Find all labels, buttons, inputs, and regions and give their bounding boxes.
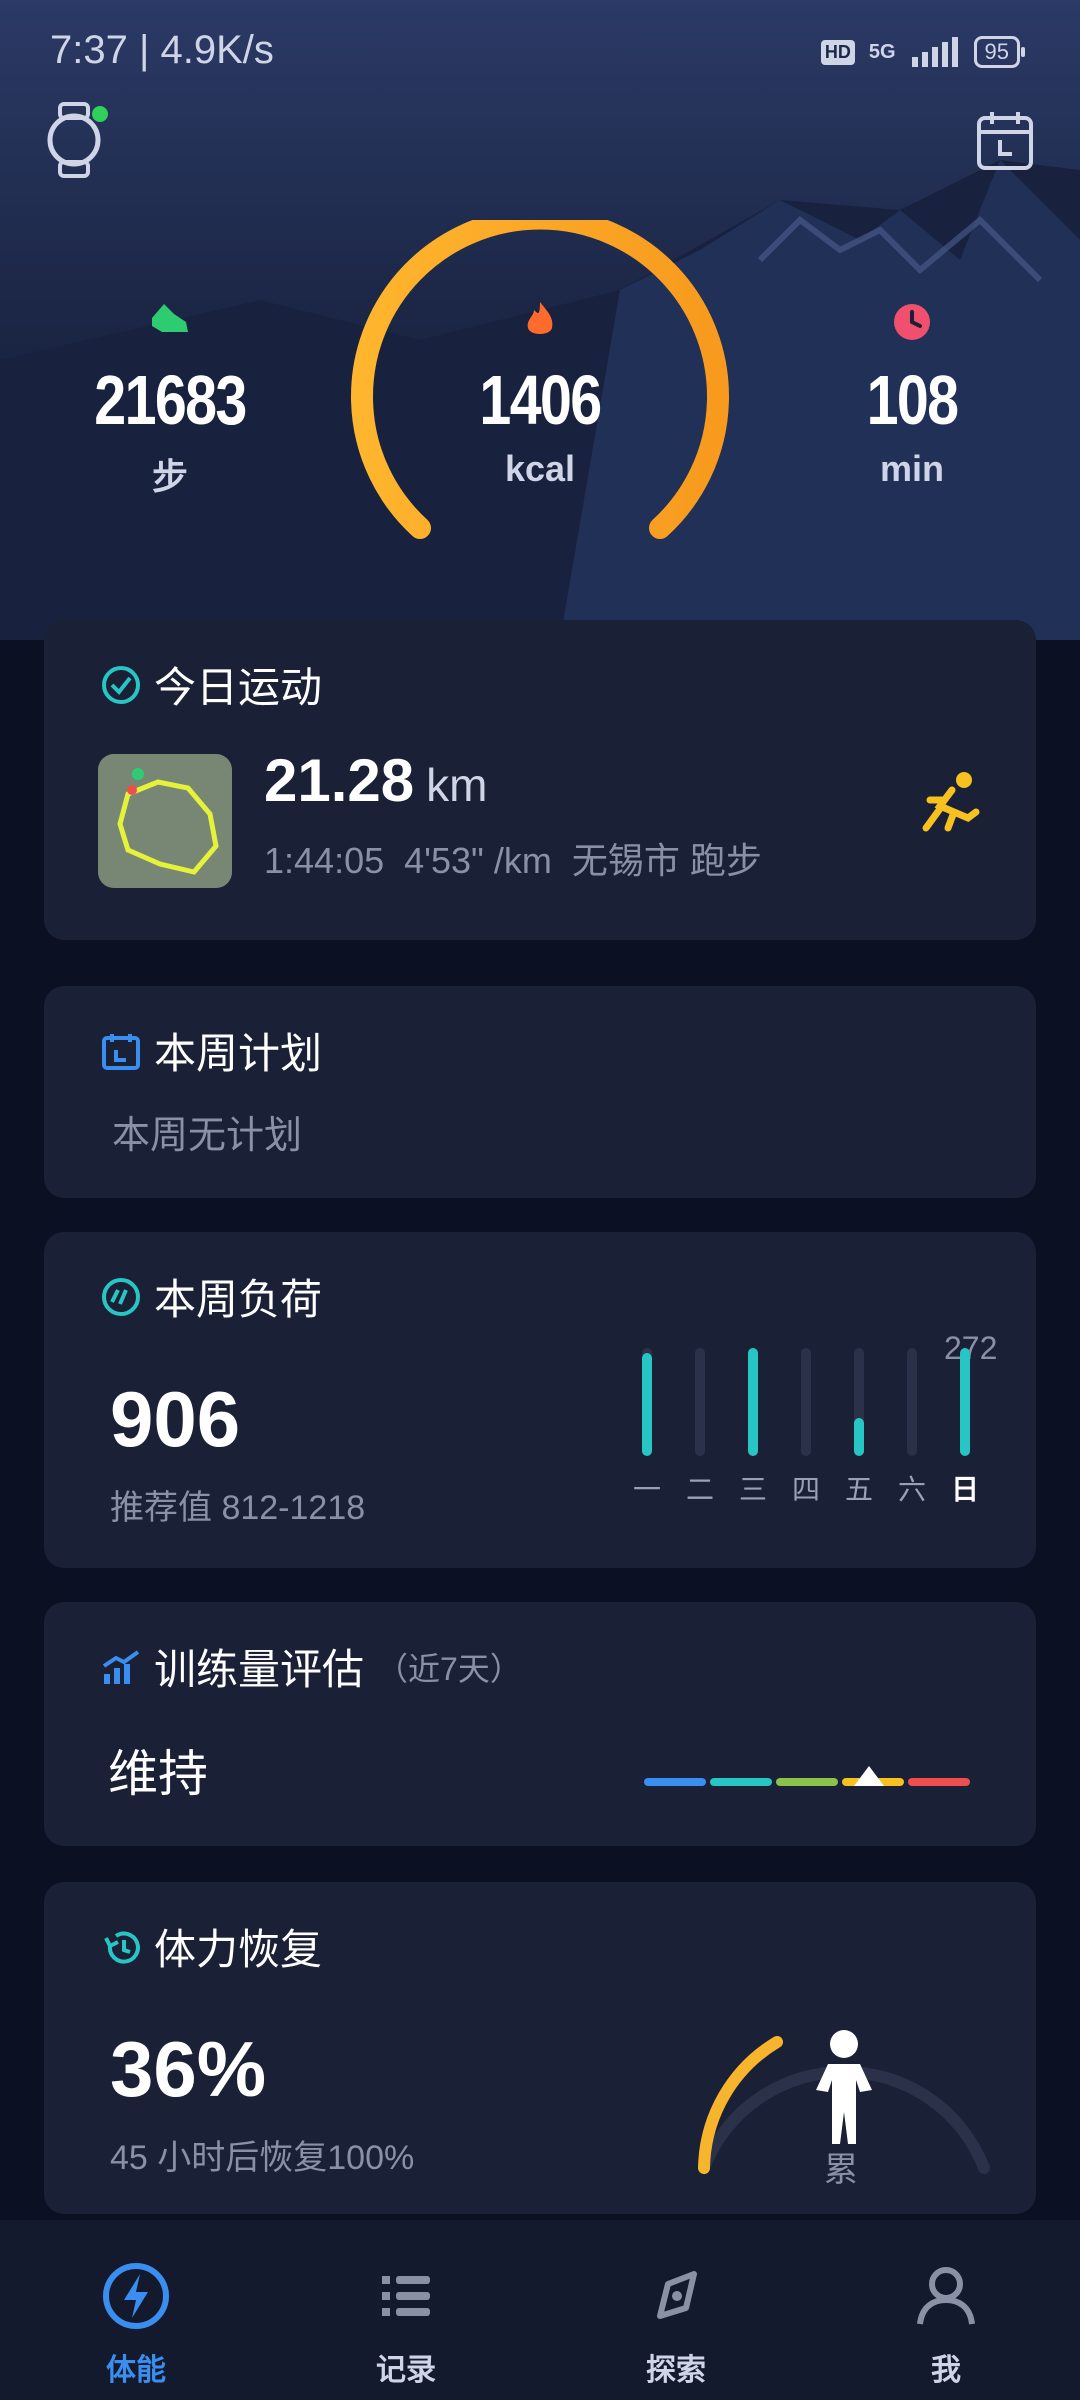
- calendar-small-icon: [102, 1033, 140, 1070]
- minutes-unit: min: [879, 448, 944, 489]
- weekly-plan-title-row: 本周计划: [100, 1020, 322, 1081]
- flame-icon: [527, 302, 553, 334]
- network-label: 5G: [868, 40, 896, 63]
- recovery-card[interactable]: 体力恢复 36% 45 小时后恢复100% 累: [44, 1882, 1036, 2214]
- training-eval-status: 维持: [108, 1746, 208, 1802]
- load-day-label: 二: [685, 1474, 714, 1505]
- clock-icon: [894, 304, 930, 340]
- nav-label-records: 记录: [376, 2354, 436, 2387]
- distance-value: 21.28: [264, 747, 415, 814]
- calendar-icon[interactable]: [976, 110, 1034, 172]
- check-circle-icon: [102, 665, 140, 704]
- load-gauge-icon: [102, 1277, 140, 1316]
- weekly-plan-title: 本周计划: [154, 1030, 323, 1077]
- load-day-label: 一: [632, 1474, 661, 1505]
- lightning-circle-icon: [103, 2263, 169, 2329]
- training-eval-scale: [644, 1766, 970, 1786]
- hd-badge: HD: [820, 39, 855, 65]
- load-bar-track: [907, 1348, 917, 1456]
- load-bar: [748, 1348, 758, 1456]
- load-bar-track: [801, 1348, 811, 1456]
- running-icon: [922, 772, 980, 832]
- load-day-label: 三: [738, 1474, 767, 1505]
- training-eval-subtitle: （近7天）: [376, 1650, 522, 1687]
- status-icons: HD 5G 95: [820, 36, 1026, 68]
- training-eval-card[interactable]: 训练量评估 （近7天） 维持: [44, 1602, 1036, 1846]
- status-time: 7:37 | 4.9K/s: [50, 28, 274, 72]
- weekly-plan-text: 本周无计划: [112, 1115, 303, 1157]
- calories-value: 1406: [479, 361, 602, 439]
- bottom-nav: 体能 记录 探索 我: [0, 2220, 1080, 2400]
- nav-label-explore: 探索: [646, 2354, 706, 2387]
- minutes-value: 108: [866, 361, 959, 439]
- load-bar: [642, 1353, 652, 1456]
- nav-item-fitness[interactable]: 体能: [56, 2260, 216, 2389]
- minutes-metric: 108 min: [812, 360, 1012, 490]
- load-day-label: 四: [791, 1474, 820, 1505]
- recovery-percent: 36%: [110, 2025, 267, 2113]
- load-bar: [854, 1418, 864, 1456]
- nav-item-explore[interactable]: 探索: [596, 2260, 756, 2389]
- signal-icon: [911, 37, 958, 67]
- weekly-plan-card[interactable]: 本周计划 本周无计划: [44, 986, 1036, 1198]
- weekly-load-value: 906: [110, 1375, 241, 1463]
- weekly-load-card[interactable]: 本周负荷 906 推荐值 812-1218 272 一二三四五六日: [44, 1232, 1036, 1568]
- battery-indicator: 95: [973, 36, 1026, 68]
- today-exercise-title-row: 今日运动: [100, 654, 322, 715]
- recovery-clock-icon: [104, 1931, 140, 1964]
- today-exercise-title: 今日运动: [154, 664, 323, 711]
- nav-label-fitness: 体能: [106, 2354, 166, 2387]
- recovery-title: 体力恢复: [154, 1926, 323, 1973]
- weekly-load-recommend: 推荐值 812-1218: [110, 1489, 366, 1527]
- exercise-details: 1:44:05 4'53" /km 无锡市 跑步: [264, 840, 762, 881]
- shoe-icon: [152, 304, 188, 332]
- nav-item-me[interactable]: 我: [866, 2260, 1026, 2389]
- user-icon: [917, 2267, 975, 2325]
- watch-icon[interactable]: [40, 100, 110, 180]
- person-icon: [816, 2030, 872, 2144]
- load-bar: [960, 1348, 970, 1456]
- calories-metric: 1406 kcal: [440, 360, 640, 490]
- recovery-title-row: 体力恢复: [100, 1916, 322, 1977]
- today-exercise-card[interactable]: 今日运动 21.28 km 1:44:05 4'53" /km 无锡市 跑步: [44, 620, 1036, 940]
- route-map-thumbnail: [98, 754, 232, 888]
- recovery-state: 累: [824, 2151, 858, 2189]
- scale-marker: [854, 1766, 884, 1786]
- steps-value: 21683: [94, 361, 247, 439]
- trend-chart-icon: [102, 1649, 140, 1684]
- list-icon: [382, 2276, 430, 2316]
- distance-unit: km: [426, 759, 488, 811]
- compass-icon: [657, 2271, 697, 2319]
- training-eval-title: 训练量评估: [154, 1646, 365, 1693]
- weekly-load-title-row: 本周负荷: [100, 1266, 322, 1327]
- nav-label-me: 我: [931, 2354, 961, 2387]
- nav-item-records[interactable]: 记录: [326, 2260, 486, 2389]
- recovery-text: 45 小时后恢复100%: [110, 2139, 415, 2177]
- weekly-load-title: 本周负荷: [154, 1276, 323, 1323]
- distance-row: 21.28 km: [264, 746, 487, 815]
- training-eval-title-row: 训练量评估 （近7天）: [100, 1636, 522, 1697]
- calories-unit: kcal: [504, 448, 576, 489]
- load-bar-track: [695, 1348, 705, 1456]
- steps-metric: 21683 步: [70, 360, 270, 500]
- weekly-load-peak: 272: [944, 1330, 998, 1366]
- load-day-label: 日: [950, 1474, 979, 1505]
- load-day-label: 六: [897, 1474, 926, 1505]
- steps-unit: 步: [151, 456, 188, 497]
- load-day-label: 五: [844, 1474, 873, 1505]
